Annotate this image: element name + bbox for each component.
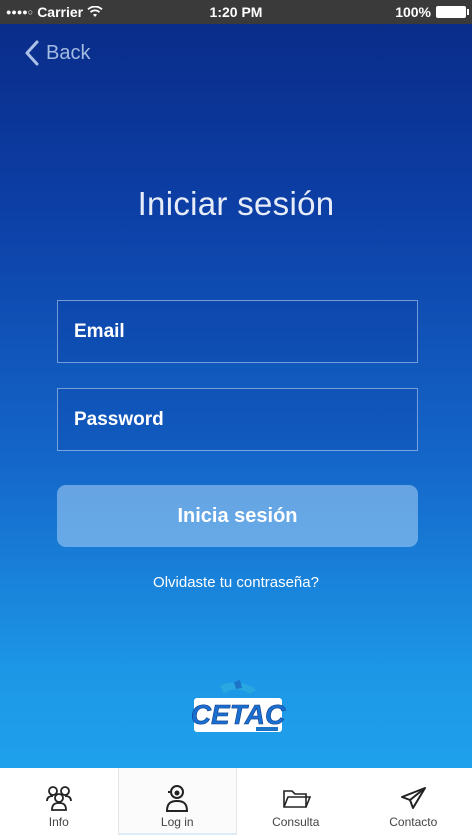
forgot-password-link[interactable]: Olvidaste tu contraseña?	[0, 574, 472, 591]
back-button[interactable]: Back	[24, 40, 90, 66]
user-headset-icon	[166, 785, 189, 812]
login-button[interactable]: Inicia sesión	[57, 485, 418, 547]
login-screen: ●●●●○ Carrier 1:20 PM 100% Back Iniciar …	[0, 0, 472, 835]
email-field-container	[57, 300, 418, 363]
back-label: Back	[46, 41, 91, 64]
tab-info[interactable]: Info	[0, 768, 118, 835]
tab-contacto[interactable]: Contacto	[355, 768, 472, 835]
password-field-container	[57, 388, 418, 451]
tab-bar: Info Log in Consulta Contacto	[0, 768, 472, 835]
tab-contacto-label: Contacto	[389, 815, 438, 829]
tab-consulta[interactable]: Consulta	[237, 768, 355, 835]
cetac-logo: CETAC	[191, 680, 286, 732]
status-bar: ●●●●○ Carrier 1:20 PM 100%	[0, 0, 472, 24]
tab-login[interactable]: Log in	[117, 768, 237, 835]
people-icon	[45, 786, 72, 811]
battery-percent: 100%	[395, 4, 431, 20]
folder-icon	[282, 790, 311, 808]
page-title: Iniciar sesión	[137, 185, 335, 222]
tab-login-label: Log in	[160, 815, 194, 829]
tab-consulta-label: Consulta	[272, 815, 320, 829]
tab-info-label: Info	[48, 815, 69, 829]
email-field[interactable]	[74, 320, 417, 343]
battery-icon	[436, 6, 469, 18]
password-field[interactable]	[74, 408, 417, 431]
send-icon	[401, 787, 427, 809]
status-right: 100%	[395, 4, 469, 20]
chevron-left-icon	[25, 40, 39, 66]
svg-text:CETAC: CETAC	[191, 699, 286, 730]
